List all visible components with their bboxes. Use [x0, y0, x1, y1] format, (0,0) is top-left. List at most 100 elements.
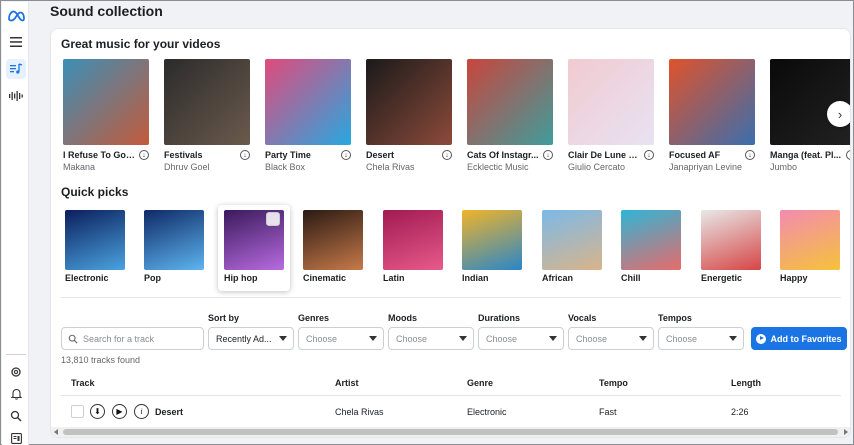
album-artist: Janapriyan Levine — [669, 162, 743, 172]
quick-pick-pop[interactable]: Pop — [138, 205, 210, 291]
quick-pick-label: Electronic — [65, 273, 109, 283]
quick-pick-latin[interactable]: Latin — [377, 205, 449, 291]
album-card[interactable]: Focused AF ↓ Janapriyan Levine — [669, 59, 755, 172]
track-artist: Chela Rivas — [335, 407, 384, 417]
genres-dropdown[interactable]: Choose — [298, 327, 384, 350]
album-card[interactable]: Party Time ↓ Black Box — [265, 59, 351, 172]
search-icon[interactable] — [6, 406, 26, 426]
durations-dropdown[interactable]: Choose — [478, 327, 564, 350]
page-title: Sound collection — [50, 3, 163, 19]
album-card[interactable]: Desert ↓ Chela Rivas — [366, 59, 452, 172]
quick-pick-hip-hop[interactable]: Hip hop — [218, 205, 290, 291]
track-length: 2:26 — [731, 407, 749, 417]
album-name: Desert — [366, 150, 395, 160]
column-header-track[interactable]: Track — [71, 378, 95, 388]
download-icon[interactable]: ↓ — [745, 150, 755, 160]
table-header-divider — [61, 395, 841, 396]
select-checkbox[interactable] — [266, 212, 280, 226]
album-name: Festivals — [164, 150, 203, 160]
quick-pick-label: Energetic — [701, 273, 743, 283]
download-icon[interactable]: ↓ — [543, 150, 553, 160]
caret-down-icon — [549, 336, 557, 341]
download-icon[interactable]: ⬇ — [90, 404, 105, 419]
quick-picks-title: Quick picks — [61, 185, 129, 199]
genres-label: Genres — [298, 313, 330, 323]
scrollbar-thumb[interactable] — [63, 429, 838, 435]
download-icon[interactable]: ↓ — [341, 150, 351, 160]
album-name: I Refuse To Go ... — [63, 150, 135, 160]
durations-value: Choose — [486, 333, 518, 344]
column-header-length[interactable]: Length — [731, 378, 761, 388]
album-cover[interactable] — [669, 59, 755, 145]
download-icon[interactable]: ↓ — [139, 150, 149, 160]
notification-bell-icon[interactable] — [6, 384, 26, 404]
album-card[interactable]: Cats Of Instagr... ↓ Ecklectic Music — [467, 59, 553, 172]
album-artist: Chela Rivas — [366, 162, 415, 172]
download-icon[interactable]: ↓ — [644, 150, 654, 160]
quick-pick-cinematic[interactable]: Cinematic — [297, 205, 369, 291]
genres-value: Choose — [306, 333, 338, 344]
album-card[interactable]: Festivals ↓ Dhruv Goel — [164, 59, 250, 172]
sort-dropdown[interactable]: Recently Ad... — [208, 327, 294, 350]
meta-logo-icon[interactable] — [6, 6, 26, 26]
album-artist: Ecklectic Music — [467, 162, 529, 172]
add-to-favorites-button[interactable]: Add to Favorites — [751, 327, 847, 350]
quick-pick-energetic[interactable]: Energetic — [695, 205, 767, 291]
quick-pick-happy[interactable]: Happy — [774, 205, 846, 291]
vocals-dropdown[interactable]: Choose — [568, 327, 654, 350]
album-artist: Makana — [63, 162, 96, 172]
album-cover[interactable] — [467, 59, 553, 145]
menu-icon[interactable] — [6, 32, 26, 52]
scroll-left-icon[interactable] — [54, 429, 58, 435]
download-icon[interactable]: ↓ — [240, 150, 250, 160]
sidebar-divider — [6, 354, 26, 355]
settings-icon[interactable] — [6, 362, 26, 382]
sort-value: Recently Ad... — [216, 333, 272, 344]
track-search[interactable] — [61, 327, 204, 350]
quick-pick-african[interactable]: African — [536, 205, 608, 291]
album-cover[interactable] — [568, 59, 654, 145]
search-input[interactable] — [83, 333, 198, 344]
album-card[interactable]: Clair De Lune L... ↓ Giulio Cercato — [568, 59, 654, 172]
album-cover[interactable] — [63, 59, 149, 145]
caret-down-icon — [279, 336, 287, 341]
help-panel-icon[interactable] — [6, 428, 26, 445]
album-artist: Black Box — [265, 162, 306, 172]
album-name: Focused AF — [669, 150, 721, 160]
quick-pick-indian[interactable]: Indian — [456, 205, 528, 291]
column-header-genre[interactable]: Genre — [467, 378, 493, 388]
add-to-favorites-label: Add to Favorites — [770, 333, 842, 344]
track-name[interactable]: Desert — [155, 407, 183, 417]
quick-pick-chill[interactable]: Chill — [615, 205, 687, 291]
album-cover[interactable] — [265, 59, 351, 145]
play-icon[interactable]: ▶ — [112, 404, 127, 419]
quick-pick-label: Latin — [383, 273, 405, 283]
audio-wave-icon[interactable] — [6, 86, 26, 106]
column-header-artist[interactable]: Artist — [335, 378, 359, 388]
scroll-right-icon[interactable] — [844, 429, 848, 435]
download-icon[interactable]: ↓ — [846, 150, 850, 160]
quick-pick-label: Happy — [780, 273, 808, 283]
album-cover[interactable] — [164, 59, 250, 145]
app-frame: Sound collection Great music for your vi… — [0, 0, 854, 445]
section-divider — [61, 297, 841, 298]
download-icon[interactable]: ↓ — [442, 150, 452, 160]
durations-label: Durations — [478, 313, 521, 323]
row-checkbox[interactable] — [71, 405, 84, 418]
quick-pick-image — [462, 210, 522, 270]
quick-pick-label: African — [542, 273, 574, 283]
moods-label: Moods — [388, 313, 417, 323]
quick-pick-label: Indian — [462, 273, 489, 283]
info-icon[interactable]: i — [134, 404, 149, 419]
tempos-dropdown[interactable]: Choose — [658, 327, 744, 350]
quick-pick-electronic[interactable]: Electronic — [59, 205, 131, 291]
moods-dropdown[interactable]: Choose — [388, 327, 474, 350]
column-header-tempo[interactable]: Tempo — [599, 378, 628, 388]
quick-pick-image — [144, 210, 204, 270]
album-cover[interactable] — [366, 59, 452, 145]
quick-pick-label: Cinematic — [303, 273, 347, 283]
horizontal-scrollbar[interactable] — [51, 427, 850, 437]
album-card[interactable]: I Refuse To Go ... ↓ Makana — [63, 59, 149, 172]
music-library-icon[interactable] — [6, 59, 26, 79]
carousel-next-button[interactable]: › — [827, 101, 850, 127]
